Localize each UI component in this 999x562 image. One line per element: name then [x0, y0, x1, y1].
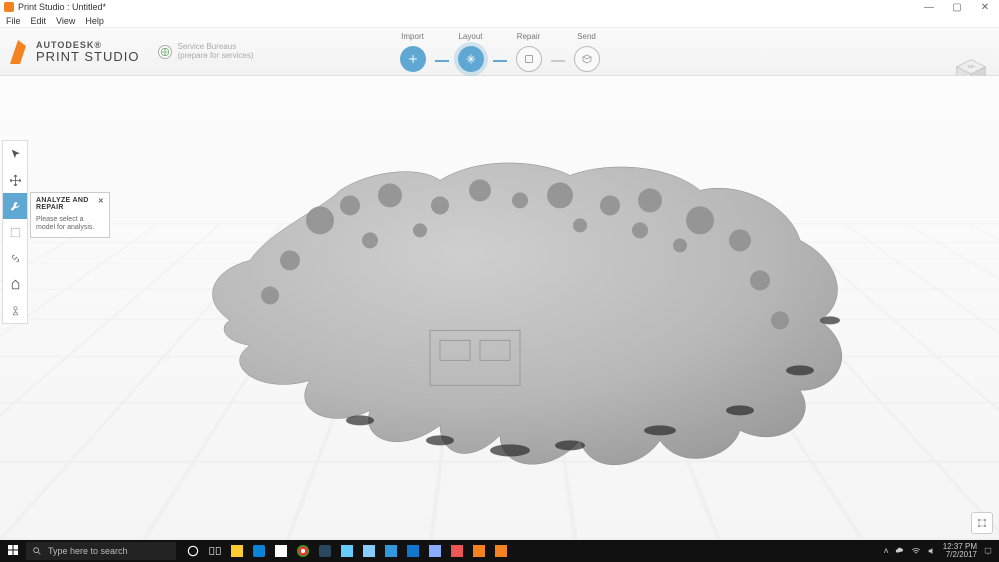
- menu-help[interactable]: Help: [85, 16, 104, 26]
- viewcube-top-label: TOP: [967, 65, 975, 69]
- stage-import-button[interactable]: [400, 46, 426, 72]
- window-titlebar: Print Studio : Untitled* — ▢ ✕: [0, 0, 999, 14]
- taskview-icon[interactable]: [208, 544, 222, 558]
- app-icon-4[interactable]: [406, 544, 420, 558]
- stage-import-label: Import: [401, 32, 424, 44]
- store-icon[interactable]: [274, 544, 288, 558]
- stage-send-button[interactable]: [574, 46, 600, 72]
- search-placeholder: Type here to search: [48, 546, 128, 556]
- app-icon: [4, 2, 14, 12]
- scale-tool[interactable]: [3, 219, 27, 245]
- network-button[interactable]: [971, 512, 993, 534]
- brand-line2: PRINT STUDIO: [36, 50, 140, 63]
- support-tool[interactable]: [3, 271, 27, 297]
- menu-edit[interactable]: Edit: [31, 16, 47, 26]
- repair-tool[interactable]: [3, 193, 27, 219]
- viewport[interactable]: [0, 76, 999, 540]
- service-bureaus[interactable]: Service Bureaus (prepare for services): [158, 43, 254, 61]
- panel-close-button[interactable]: ✕: [98, 197, 104, 211]
- printstudio-icon[interactable]: [494, 544, 508, 558]
- close-button[interactable]: ✕: [971, 2, 999, 13]
- edge-icon[interactable]: [252, 544, 266, 558]
- left-toolbar: [2, 140, 28, 324]
- minimize-button[interactable]: —: [915, 2, 943, 13]
- autodesk-logo-icon: [8, 38, 28, 66]
- stage-layout-label: Layout: [458, 32, 482, 44]
- taskbar-apps: [186, 544, 508, 558]
- clock-date: 7/2/2017: [943, 551, 977, 559]
- app-icon-2[interactable]: [362, 544, 376, 558]
- wifi-icon[interactable]: [911, 546, 921, 556]
- select-tool[interactable]: [3, 141, 27, 167]
- taskbar-clock[interactable]: 12:37 PM 7/2/2017: [943, 543, 977, 559]
- app-header: AUTODESK® PRINT STUDIO Service Bureaus (…: [0, 28, 999, 76]
- analyze-repair-panel: ANALYZE AND REPAIR ✕ Please select a mod…: [30, 192, 110, 238]
- app-icon-5[interactable]: [428, 544, 442, 558]
- steam-icon[interactable]: [318, 544, 332, 558]
- app-icon-3[interactable]: [384, 544, 398, 558]
- volume-icon[interactable]: [927, 546, 937, 556]
- move-tool[interactable]: [3, 167, 27, 193]
- app-icon-1[interactable]: [340, 544, 354, 558]
- windows-taskbar: Type here to search ˄ 12:37 PM 7/2/2017: [0, 540, 999, 562]
- service-line2: (prepare for services): [178, 52, 254, 61]
- workflow-stages: Import Layout Repair Send: [391, 28, 609, 75]
- menu-file[interactable]: File: [6, 16, 21, 26]
- search-icon: [32, 546, 42, 556]
- explorer-icon[interactable]: [230, 544, 244, 558]
- menu-bar: File Edit View Help: [0, 14, 999, 28]
- panel-title: ANALYZE AND REPAIR: [36, 197, 98, 211]
- panel-body: Please select a model for analysis.: [36, 216, 104, 233]
- chrome-icon[interactable]: [296, 544, 310, 558]
- start-button[interactable]: [0, 544, 26, 558]
- model-mesh[interactable]: [140, 110, 860, 490]
- app-icon-6[interactable]: [450, 544, 464, 558]
- menu-view[interactable]: View: [56, 16, 75, 26]
- system-tray: ˄ 12:37 PM 7/2/2017: [883, 543, 999, 559]
- window-title: Print Studio : Untitled*: [18, 2, 106, 12]
- fusion-icon[interactable]: [472, 544, 486, 558]
- brand: AUTODESK® PRINT STUDIO: [0, 38, 140, 66]
- cortana-icon[interactable]: [186, 544, 200, 558]
- stage-send-label: Send: [577, 32, 596, 44]
- taskbar-search[interactable]: Type here to search: [26, 542, 176, 560]
- globe-icon: [158, 45, 172, 59]
- stage-layout-button[interactable]: [458, 46, 484, 72]
- maximize-button[interactable]: ▢: [943, 2, 971, 13]
- link-tool[interactable]: [3, 245, 27, 271]
- onedrive-icon[interactable]: [895, 546, 905, 556]
- stage-repair-label: Repair: [517, 32, 541, 44]
- notifications-icon[interactable]: [983, 546, 993, 556]
- preview-tool[interactable]: [3, 297, 27, 323]
- stage-repair-button[interactable]: [516, 46, 542, 72]
- tray-chevron-icon[interactable]: ˄: [883, 546, 888, 556]
